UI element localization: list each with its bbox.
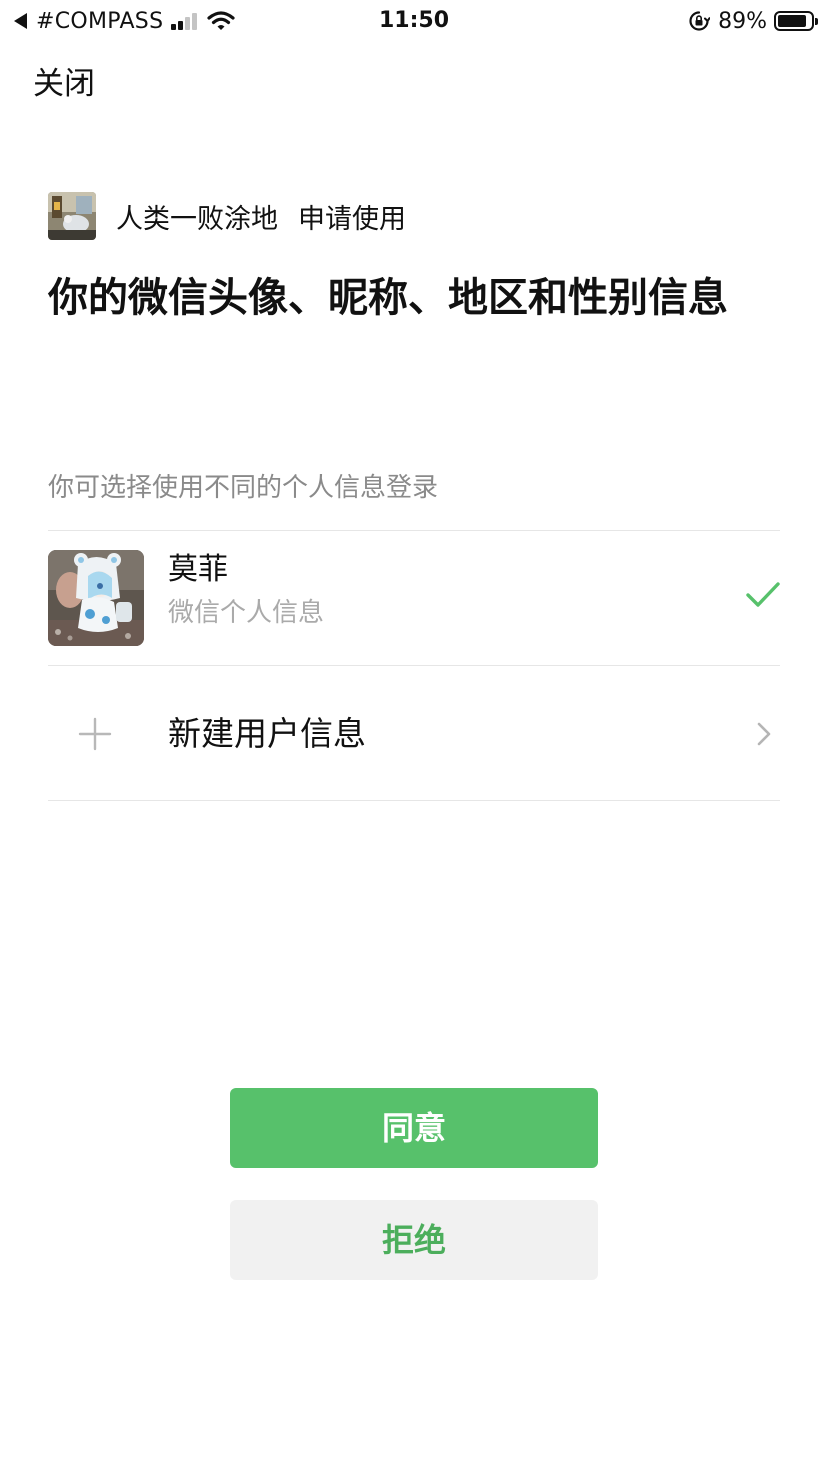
status-bar-right: 89% xyxy=(688,6,818,36)
divider xyxy=(48,800,780,801)
avatar xyxy=(48,550,144,646)
new-profile-option[interactable]: 新建用户信息 xyxy=(48,666,780,800)
rotation-lock-icon xyxy=(689,11,711,31)
close-button[interactable]: 关闭 xyxy=(33,64,95,104)
new-profile-label: 新建用户信息 xyxy=(168,714,366,753)
app-name: 人类一败涂地 xyxy=(116,203,278,235)
account-option[interactable]: 莫菲 微信个人信息 xyxy=(48,531,780,664)
account-name: 莫菲 xyxy=(168,552,228,587)
app-request-header: 人类一败涂地 申请使用 xyxy=(48,192,406,240)
status-bar: #COMPASS 11:50 89% xyxy=(0,0,828,42)
account-subtitle: 微信个人信息 xyxy=(168,598,325,628)
reject-button[interactable]: 拒绝 xyxy=(230,1200,598,1280)
checkmark-icon xyxy=(746,582,780,607)
app-icon xyxy=(48,192,96,240)
plus-icon xyxy=(78,717,112,751)
permission-title: 你的微信头像、昵称、地区和性别信息 xyxy=(48,275,728,321)
choose-profile-hint: 你可选择使用不同的个人信息登录 xyxy=(48,473,439,503)
agree-button[interactable]: 同意 xyxy=(230,1088,598,1168)
battery-tip xyxy=(815,17,818,25)
request-label: 申请使用 xyxy=(298,203,406,235)
chevron-right-icon xyxy=(757,722,771,746)
battery-percent: 89% xyxy=(718,8,767,34)
battery-icon xyxy=(774,11,814,31)
battery-level-fill xyxy=(778,15,807,27)
